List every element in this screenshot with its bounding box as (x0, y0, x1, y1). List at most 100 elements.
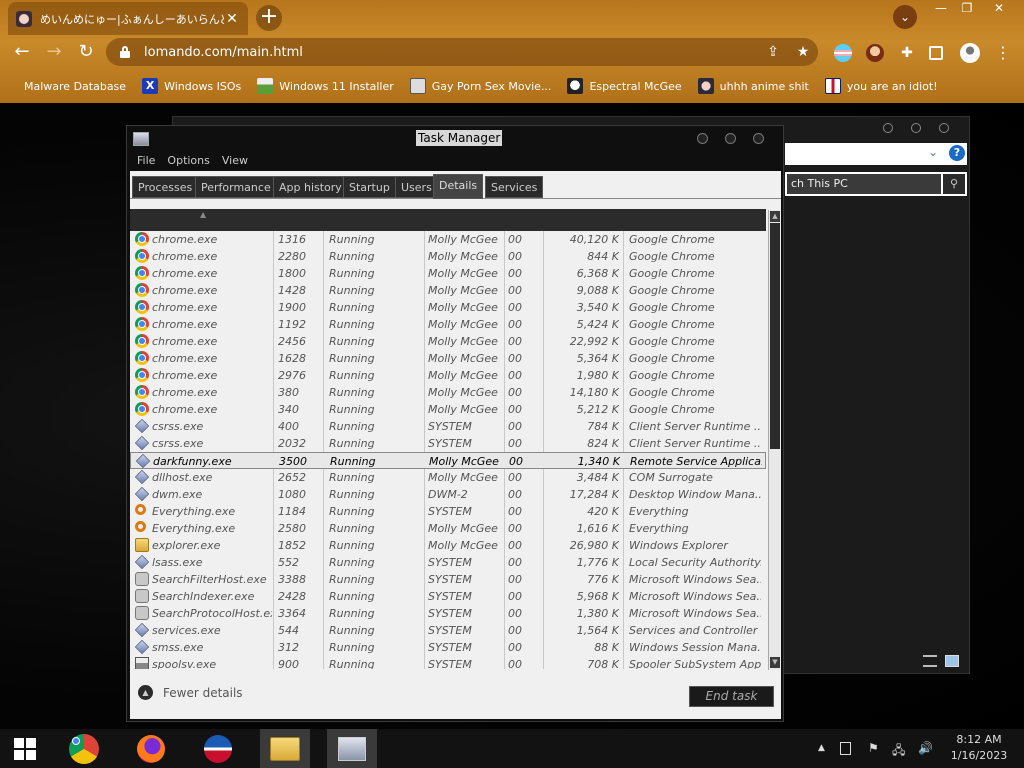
table-row-selected[interactable]: darkfunny.exe 3500 Running Molly McGee 00 1,3… (130, 452, 766, 469)
table-row[interactable]: SearchProtocolHost.exe 3364 Running SYSTEM 0… (130, 605, 766, 622)
table-row[interactable]: csrss.exe 400 Running SYSTEM 00 784 K Client S… (130, 418, 766, 435)
table-row[interactable]: chrome.exe 2280 Running Molly McGee 00 844 K G… (130, 248, 766, 265)
table-row[interactable]: lsass.exe 552 Running SYSTEM 00 1,776 K Local … (130, 554, 766, 571)
task-manager-titlebar[interactable]: Task Manager (127, 126, 783, 152)
table-row[interactable]: explorer.exe 1852 Running Molly McGee 00 26,9… (130, 537, 766, 554)
scrollbar-thumb[interactable] (770, 223, 780, 449)
details-view-icon[interactable] (923, 655, 937, 667)
browser-tab[interactable]: めいんめにゅー|ふぁんしーあいらんど ✕ (8, 2, 248, 35)
extension-flag-icon[interactable] (834, 44, 852, 62)
end-task-button[interactable]: End task (689, 686, 774, 707)
system-clock[interactable]: 8:12 AM 1/16/2023 (944, 732, 1014, 764)
close-window-button[interactable]: ✕ (984, 0, 1014, 18)
column-header-row[interactable]: ▲ (130, 209, 766, 231)
scroll-up-arrow-icon[interactable]: ▲ (770, 211, 780, 222)
tab-startup[interactable]: Startup (343, 176, 396, 198)
fewer-details-toggle[interactable]: ▲ Fewer details (138, 685, 243, 700)
table-row[interactable]: chrome.exe 2976 Running Molly McGee 00 1,980 … (130, 367, 766, 384)
tab-users[interactable]: Users (395, 176, 438, 198)
tab-close-icon[interactable]: ✕ (224, 11, 240, 27)
table-row[interactable]: dwm.exe 1080 Running DWM-2 00 17,284 K Desktop… (130, 486, 766, 503)
explorer-search-box[interactable]: ch This PC ⚲ (785, 172, 967, 196)
taskbar-file-explorer[interactable] (260, 729, 310, 768)
table-row[interactable]: services.exe 544 Running SYSTEM 00 1,564 K Ser… (130, 622, 766, 639)
menu-options[interactable]: Options (167, 154, 209, 170)
new-tab-button[interactable]: + (256, 5, 282, 31)
extensions-puzzle-icon[interactable]: ✚ (898, 44, 916, 62)
back-arrow-icon[interactable]: ← (10, 40, 34, 64)
vertical-scrollbar[interactable]: ▲ ▼ (768, 210, 780, 670)
reload-icon[interactable]: ↻ (74, 40, 98, 64)
start-button[interactable] (0, 729, 50, 768)
table-row[interactable]: chrome.exe 1900 Running Molly McGee 00 3,540 … (130, 299, 766, 316)
taskbar-chrome[interactable] (59, 729, 109, 768)
search-icon[interactable]: ⚲ (943, 174, 965, 194)
table-row[interactable]: SearchFilterHost.exe 3388 Running SYSTEM 00 7… (130, 571, 766, 588)
minimize-circle-icon[interactable] (697, 133, 708, 144)
bookmark-star-icon[interactable]: ★ (788, 44, 818, 60)
bookmark-you-are-an-idiot[interactable]: you are an idiot! (824, 78, 938, 94)
cell-user: Molly McGee (428, 403, 498, 416)
menu-view[interactable]: View (222, 154, 248, 170)
restore-button[interactable]: ❐ (952, 0, 982, 18)
explorer-search-input[interactable]: ch This PC (787, 174, 941, 194)
table-row[interactable]: chrome.exe 380 Running Molly McGee 00 14,180 … (130, 384, 766, 401)
table-row[interactable]: chrome.exe 1628 Running Molly McGee 00 5,364 … (130, 350, 766, 367)
extension-avatar-icon[interactable] (866, 44, 884, 62)
table-row[interactable]: chrome.exe 1316 Running Molly McGee 00 40,120… (130, 231, 766, 248)
side-panel-icon[interactable] (929, 46, 943, 60)
tray-overflow-chevron-icon[interactable]: ▲ (818, 743, 825, 753)
close-circle-icon[interactable] (939, 123, 949, 133)
large-icons-view-icon[interactable] (945, 655, 959, 667)
address-bar[interactable]: lomando.com/main.html ⇪ ★ (106, 38, 818, 66)
profile-avatar-icon[interactable] (960, 43, 980, 63)
table-row[interactable]: csrss.exe 2032 Running SYSTEM 00 824 K Client … (130, 435, 766, 452)
bookmark-espectral-mcgee[interactable]: Espectral McGee (567, 78, 682, 94)
table-row[interactable]: chrome.exe 1428 Running Molly McGee 00 9,088 … (130, 282, 766, 299)
share-icon[interactable]: ⇪ (758, 44, 788, 60)
menu-kebab-icon[interactable]: ⋮ (994, 44, 1012, 62)
taskbar-app[interactable] (193, 729, 243, 768)
forward-arrow-icon[interactable]: → (42, 40, 66, 64)
tab-services[interactable]: Services (485, 176, 544, 198)
cell-pid: 3364 (278, 607, 306, 620)
bookmark-uhhh-anime[interactable]: uhhh anime shit (697, 78, 809, 94)
tray-volume-icon[interactable]: 🔊 (918, 741, 933, 755)
tab-performance[interactable]: Performance (195, 176, 277, 198)
scroll-down-arrow-icon[interactable]: ▼ (770, 657, 780, 668)
table-row[interactable]: chrome.exe 1800 Running Molly McGee 00 6,368 … (130, 265, 766, 282)
taskbar-task-manager[interactable] (327, 729, 377, 768)
chevron-down-icon[interactable]: ⌄ (928, 145, 938, 159)
table-row[interactable]: Everything.exe 1184 Running SYSTEM 00 420 K Ev… (130, 503, 766, 520)
maximize-circle-icon[interactable] (911, 123, 921, 133)
table-row[interactable]: chrome.exe 340 Running Molly McGee 00 5,212 K… (130, 401, 766, 418)
bookmark-gay-porn-sex-movie[interactable]: Gay Porn Sex Movie... (409, 78, 551, 94)
tab-app-history[interactable]: App history (273, 176, 348, 198)
maximize-circle-icon[interactable] (725, 133, 736, 144)
minimize-circle-icon[interactable] (883, 123, 893, 133)
table-row[interactable]: Everything.exe 2580 Running Molly McGee 00 1,… (130, 520, 766, 537)
bookmark-windows-11-installer[interactable]: Windows 11 Installer (257, 78, 394, 94)
taskbar-firefox[interactable] (126, 729, 176, 768)
table-row[interactable]: dllhost.exe 2652 Running Molly McGee 00 3,484… (130, 469, 766, 486)
table-row[interactable]: chrome.exe 1192 Running Molly McGee 00 5,424 … (130, 316, 766, 333)
tray-network-icon[interactable]: 🖧 (892, 741, 905, 762)
help-icon[interactable]: ? (949, 145, 965, 161)
menu-file[interactable]: File (137, 154, 155, 170)
table-row[interactable]: SearchIndexer.exe 2428 Running SYSTEM 00 5,96… (130, 588, 766, 605)
bookmark-malware-database[interactable]: Malware Database (14, 78, 126, 94)
tab-search-chevron-icon[interactable]: ⌄ (893, 5, 917, 29)
table-row[interactable]: spoolsv.exe 900 Running SYSTEM 00 708 K Spoole… (130, 656, 766, 669)
table-row[interactable]: smss.exe 312 Running SYSTEM 00 88 K Windows Se… (130, 639, 766, 656)
explorer-address-bar[interactable] (785, 143, 967, 165)
tray-battery-icon[interactable] (840, 742, 851, 755)
url-text[interactable]: lomando.com/main.html (144, 45, 758, 60)
tray-flag-icon[interactable]: ⚑ (868, 741, 879, 755)
table-row[interactable]: chrome.exe 2456 Running Molly McGee 00 22,992… (130, 333, 766, 350)
bookmark-windows-isos[interactable]: X Windows ISOs (142, 78, 241, 94)
close-circle-icon[interactable] (753, 133, 764, 144)
tab-processes[interactable]: Processes (132, 176, 199, 198)
tab-details[interactable]: Details (433, 174, 484, 199)
cell-desc: Client Server Runtime ... (629, 437, 761, 450)
cell-status: Running (329, 233, 375, 246)
